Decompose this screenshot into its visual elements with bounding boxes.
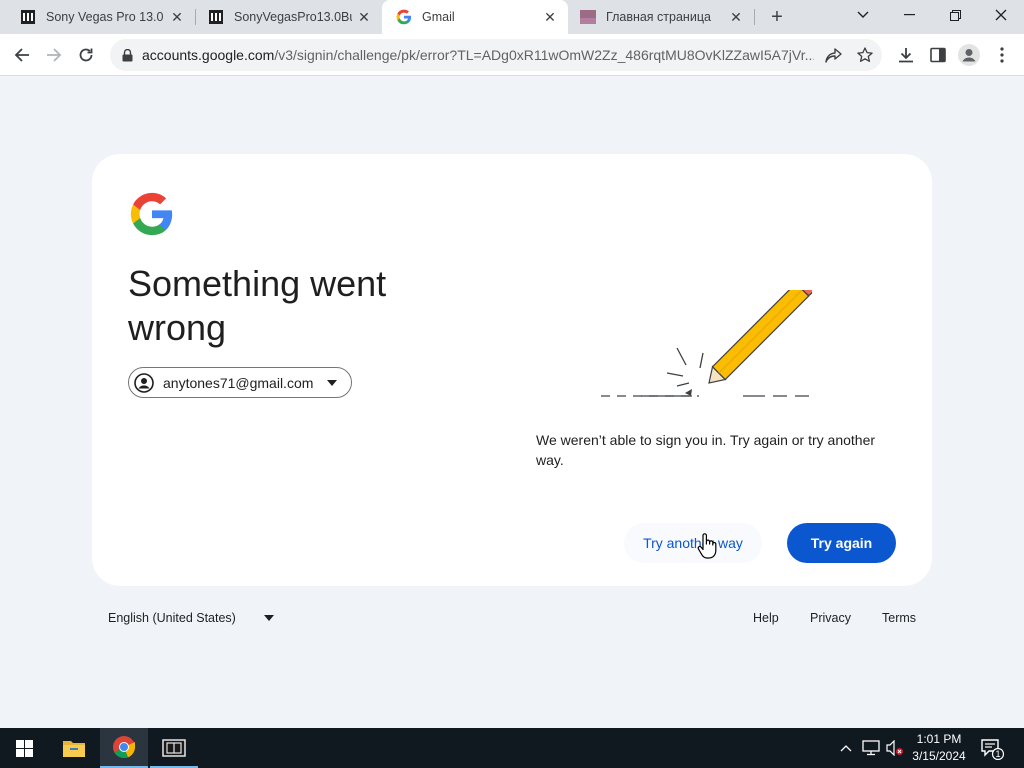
folder-icon — [63, 741, 85, 757]
url-host: accounts.google.com — [142, 47, 275, 63]
tab-title: Главная страница — [606, 10, 711, 24]
minimize-button[interactable] — [886, 0, 932, 30]
system-clock[interactable]: 1:01 PM 3/15/2024 — [906, 731, 972, 765]
video-editor-taskbar-button[interactable] — [150, 728, 198, 768]
clock-date: 3/15/2024 — [912, 749, 966, 763]
tab-title: Gmail — [422, 10, 455, 24]
signin-card: Something went wrong anytones71@gmail.co… — [92, 154, 932, 586]
windows-logo-icon — [15, 739, 33, 757]
url-text[interactable]: accounts.google.com/v3/signin/challenge/… — [142, 47, 814, 63]
address-bar[interactable]: accounts.google.com/v3/signin/challenge/… — [110, 39, 882, 71]
arrow-left-icon — [14, 48, 29, 62]
close-icon — [995, 9, 1007, 21]
reload-icon — [79, 48, 93, 62]
try-again-button[interactable]: Try again — [787, 523, 896, 563]
close-window-button[interactable] — [978, 0, 1024, 30]
broken-pencil-illustration — [601, 290, 812, 397]
page-title: Something went wrong — [128, 263, 387, 348]
tab-main-page[interactable]: Главная страница ✕ — [568, 0, 754, 34]
tab-separator — [754, 9, 755, 25]
privacy-link[interactable]: Privacy — [810, 611, 851, 625]
profile-icon[interactable] — [958, 44, 980, 66]
close-tab-icon[interactable]: ✕ — [542, 9, 558, 25]
film-strip-icon — [162, 739, 186, 757]
chevron-down-icon — [857, 11, 869, 18]
tab-title: Sony Vegas Pro 13.0 Bu — [46, 10, 165, 24]
windows-taskbar: 1:01 PM 3/15/2024 1 — [0, 728, 1024, 768]
account-email: anytones71@gmail.com — [163, 374, 314, 391]
close-tab-icon[interactable]: ✕ — [356, 9, 372, 25]
network-icon[interactable] — [862, 739, 880, 757]
file-explorer-taskbar-button[interactable] — [50, 728, 98, 768]
tab-search-button[interactable] — [840, 0, 886, 30]
help-link[interactable]: Help — [753, 611, 779, 625]
minimize-icon — [903, 14, 915, 16]
restore-icon — [949, 9, 961, 21]
account-chooser[interactable]: anytones71@gmail.com — [128, 367, 352, 398]
language-selector[interactable]: English (United States) — [108, 611, 274, 625]
action-center-button[interactable]: 1 — [980, 738, 1005, 761]
close-tab-icon[interactable]: ✕ — [728, 9, 744, 25]
site-icon — [580, 10, 596, 24]
bank-icon — [21, 10, 35, 24]
volume-muted-icon[interactable] — [886, 739, 904, 757]
terms-link[interactable]: Terms — [882, 611, 916, 625]
start-button[interactable] — [0, 728, 48, 768]
tab-strip: Sony Vegas Pro 13.0 Bu ✕ SonyVegasPro13.… — [0, 0, 1024, 34]
reload-button[interactable] — [72, 41, 100, 69]
new-tab-button[interactable]: + — [766, 6, 788, 28]
clock-time: 1:01 PM — [916, 732, 962, 746]
notification-count: 1 — [995, 749, 1001, 759]
restore-button[interactable] — [932, 0, 978, 30]
account-circle-icon — [134, 372, 154, 393]
arrow-right-icon — [47, 48, 62, 62]
chrome-icon — [113, 736, 136, 759]
google-logo-icon — [130, 192, 173, 236]
share-icon[interactable] — [824, 46, 842, 64]
close-tab-icon[interactable]: ✕ — [169, 9, 185, 25]
bookmark-star-icon[interactable] — [856, 46, 874, 64]
url-path: /v3/signin/challenge/pk/error?TL=ADg0xR1… — [274, 47, 814, 63]
tab-sony-vegas-1[interactable]: Sony Vegas Pro 13.0 Bu ✕ — [0, 0, 195, 34]
side-panel-icon[interactable] — [927, 44, 949, 66]
menu-kebab-icon[interactable] — [991, 44, 1013, 66]
tab-title: SonyVegasPro13.0Build — [234, 10, 352, 24]
bank-icon — [209, 10, 223, 24]
error-message: We weren’t able to sign you in. Try agai… — [536, 432, 876, 468]
chrome-taskbar-button[interactable] — [100, 728, 148, 768]
back-button[interactable] — [8, 41, 36, 69]
lock-icon[interactable] — [120, 48, 134, 62]
caret-down-icon — [327, 379, 337, 386]
downloads-icon[interactable] — [895, 44, 917, 66]
tab-gmail[interactable]: Gmail ✕ — [382, 0, 568, 34]
browser-toolbar: accounts.google.com/v3/signin/challenge/… — [0, 34, 1024, 76]
google-g-icon — [396, 9, 411, 25]
forward-button[interactable] — [40, 41, 68, 69]
language-label: English (United States) — [108, 611, 236, 625]
tab-sony-vegas-2[interactable]: SonyVegasPro13.0Build ✕ — [188, 0, 382, 34]
try-another-way-button[interactable]: Try another way — [624, 523, 762, 563]
hand-cursor-icon — [697, 533, 717, 559]
chevron-up-icon[interactable] — [837, 739, 855, 757]
caret-down-icon — [263, 615, 274, 621]
